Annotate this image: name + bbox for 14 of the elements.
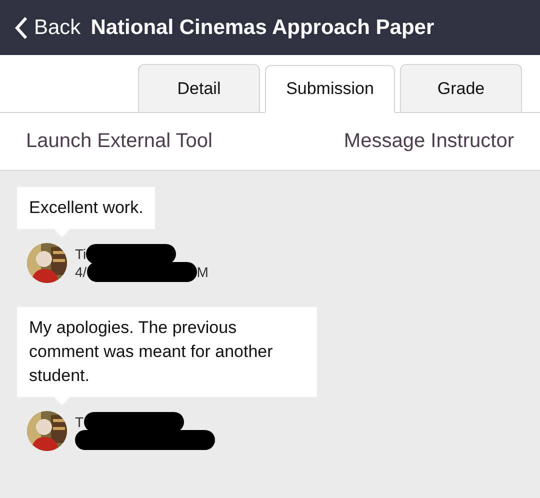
comment-text: My apologies. The previous comment was meant for another student. xyxy=(29,318,273,385)
screen-title: National Cinemas Approach Paper xyxy=(90,16,434,40)
action-link[interactable]: Message Instructor xyxy=(344,130,514,153)
comment-date: 4/ xyxy=(75,263,87,281)
comment-time: M xyxy=(196,263,208,281)
action-link[interactable]: Launch External Tool xyxy=(26,130,212,153)
author-name: T xyxy=(75,413,84,431)
tab[interactable]: Submission xyxy=(265,65,395,113)
back-button[interactable]: Back xyxy=(14,16,81,40)
author-name: Ti xyxy=(75,245,86,263)
tab[interactable]: Grade xyxy=(400,64,522,112)
chevron-left-icon xyxy=(14,16,28,40)
comment-text: Excellent work. xyxy=(29,198,144,217)
tab[interactable]: Detail xyxy=(138,64,260,112)
